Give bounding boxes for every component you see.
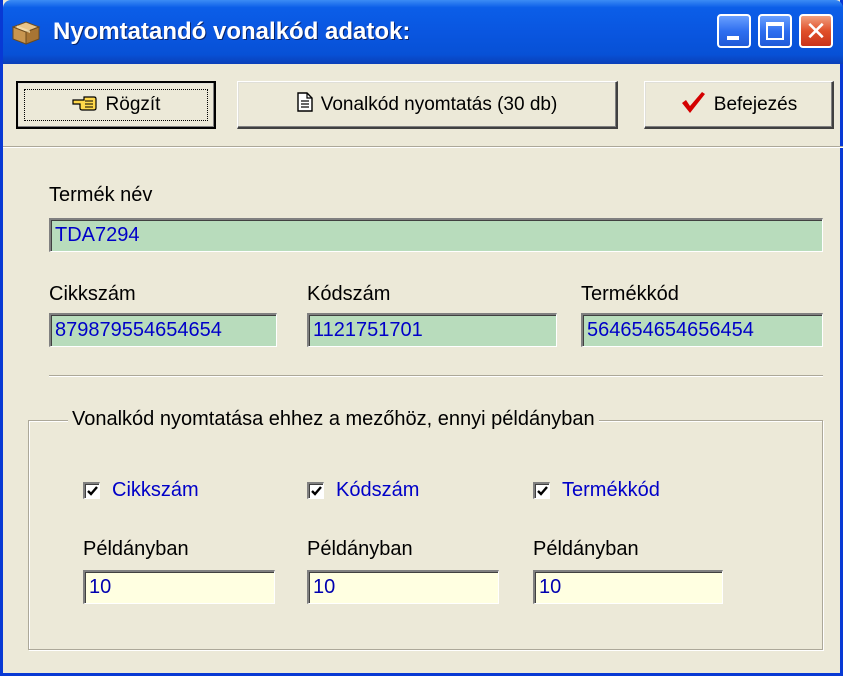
minimize-button[interactable] xyxy=(717,14,751,48)
termekkod-checkbox[interactable]: Termékkód xyxy=(533,478,660,502)
print-barcode-button[interactable]: Vonalkód nyomtatás (30 db) xyxy=(237,81,618,129)
window-title: Nyomtatandó vonalkód adatok: xyxy=(53,18,411,45)
termek-nev-label: Termék név xyxy=(49,184,153,206)
termekkod-label: Termékkód xyxy=(581,283,679,305)
print-barcode-label: Vonalkód nyomtatás (30 db) xyxy=(320,93,558,115)
title-bar[interactable]: Nyomtatandó vonalkód adatok: ✕ xyxy=(3,0,843,64)
print-options-legend: Vonalkód nyomtatása ehhez a mezőhöz, enn… xyxy=(68,408,599,431)
cikkszam-label: Cikkszám xyxy=(49,283,136,305)
minimize-icon xyxy=(727,36,739,40)
rogzit-button[interactable]: Rögzít xyxy=(16,81,216,129)
cikkszam-checkbox[interactable]: Cikkszám xyxy=(83,478,199,502)
package-box-icon xyxy=(11,19,41,45)
termekkod-copies-input[interactable]: 10 xyxy=(533,570,723,604)
print-options-group xyxy=(28,420,823,650)
finish-label: Befejezés xyxy=(713,93,798,115)
maximize-button[interactable] xyxy=(758,14,792,48)
checkbox-box[interactable] xyxy=(83,481,100,499)
document-icon xyxy=(297,91,313,118)
termekkod-checkbox-label[interactable]: Termékkód xyxy=(562,479,660,502)
finish-button[interactable]: Befejezés xyxy=(644,81,834,129)
checkbox-box[interactable] xyxy=(533,481,550,499)
termek-nev-field[interactable]: TDA7294 xyxy=(49,218,823,252)
termekkod-field[interactable]: 564654654656454 xyxy=(581,313,823,347)
checkmark-icon xyxy=(87,485,98,496)
kodszam-field[interactable]: 1121751701 xyxy=(307,313,557,347)
cikkszam-checkbox-label[interactable]: Cikkszám xyxy=(112,479,199,502)
toolbar-divider xyxy=(3,146,843,148)
kodszam-copies-label: Példányban xyxy=(307,538,413,560)
section-divider xyxy=(49,375,823,377)
checkmark-icon xyxy=(537,485,548,496)
cikkszam-copies-input[interactable]: 10 xyxy=(83,570,275,604)
kodszam-copies-input[interactable]: 10 xyxy=(307,570,499,604)
close-icon: ✕ xyxy=(805,16,827,46)
kodszam-checkbox[interactable]: Kódszám xyxy=(307,478,419,502)
termekkod-copies-label: Példányban xyxy=(533,538,639,560)
checkbox-box[interactable] xyxy=(307,481,324,499)
red-checkmark-icon xyxy=(680,90,706,120)
close-button[interactable]: ✕ xyxy=(799,14,833,48)
dialog-window: Nyomtatandó vonalkód adatok: ✕ Rögzít Vo… xyxy=(0,0,843,676)
kodszam-label: Kódszám xyxy=(307,283,391,305)
kodszam-checkbox-label[interactable]: Kódszám xyxy=(336,479,419,502)
pointing-hand-icon xyxy=(71,93,98,117)
cikkszam-field[interactable]: 879879554654654 xyxy=(49,313,277,347)
cikkszam-copies-label: Példányban xyxy=(83,538,189,560)
rogzit-label: Rögzít xyxy=(105,94,161,115)
checkmark-icon xyxy=(311,485,322,496)
maximize-icon xyxy=(766,22,784,40)
